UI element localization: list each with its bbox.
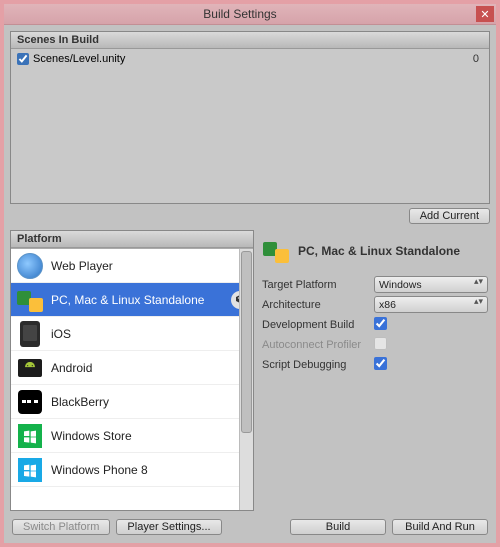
- scenes-buttons-row: Add Current: [10, 208, 490, 226]
- platform-item-android[interactable]: Android: [11, 351, 253, 385]
- content: Scenes In Build Scenes/Level.unity 0 Add…: [4, 25, 496, 543]
- target-platform-value: Windows: [379, 279, 422, 291]
- dropdown-arrows-icon: ▴▾: [474, 299, 483, 304]
- platform-label: Windows Store: [51, 429, 132, 443]
- platform-scrollbar[interactable]: [239, 249, 253, 510]
- platform-label: PC, Mac & Linux Standalone: [51, 293, 204, 307]
- development-build-label: Development Build: [262, 319, 374, 331]
- platform-label: Android: [51, 361, 92, 375]
- platform-item-blackberry[interactable]: BlackBerry: [11, 385, 253, 419]
- android-icon: [17, 355, 43, 381]
- dropdown-arrows-icon: ▴▾: [474, 279, 483, 284]
- build-button[interactable]: Build: [290, 519, 386, 535]
- windows-store-icon: [17, 423, 43, 449]
- scene-row[interactable]: Scenes/Level.unity 0: [17, 51, 483, 67]
- target-platform-dropdown[interactable]: Windows ▴▾: [374, 276, 488, 293]
- platform-item-windows-store[interactable]: Windows Store: [11, 419, 253, 453]
- window-title: Build Settings: [4, 7, 476, 21]
- add-current-button[interactable]: Add Current: [409, 208, 490, 224]
- scene-index: 0: [473, 53, 483, 65]
- script-debugging-label: Script Debugging: [262, 359, 374, 371]
- architecture-value: x86: [379, 299, 396, 311]
- player-settings-button[interactable]: Player Settings...: [116, 519, 221, 535]
- switch-platform-button[interactable]: Switch Platform: [12, 519, 110, 535]
- autoconnect-profiler-checkbox: [374, 337, 387, 350]
- platform-label: Web Player: [51, 259, 113, 273]
- platform-list: Web Player PC, Mac & Linux Standalone iO…: [11, 248, 253, 510]
- platform-item-pc-mac-linux[interactable]: PC, Mac & Linux Standalone: [11, 283, 253, 317]
- platform-item-web-player[interactable]: Web Player: [11, 249, 253, 283]
- build-and-run-button[interactable]: Build And Run: [392, 519, 488, 535]
- scrollbar-thumb[interactable]: [241, 251, 252, 433]
- blackberry-icon: [17, 389, 43, 415]
- platform-item-ios[interactable]: iOS: [11, 317, 253, 351]
- windows-phone-icon: [17, 457, 43, 483]
- lower-area: Platform Web Player PC, Mac & Linux Stan…: [10, 230, 490, 511]
- platform-label: iOS: [51, 327, 71, 341]
- scenes-in-build-header: Scenes In Build: [11, 32, 489, 49]
- platform-label: Windows Phone 8: [51, 463, 148, 477]
- platform-settings-header: PC, Mac & Linux Standalone: [262, 234, 488, 268]
- web-player-icon: [17, 253, 43, 279]
- platform-item-windows-phone[interactable]: Windows Phone 8: [11, 453, 253, 487]
- target-platform-row: Target Platform Windows ▴▾: [262, 276, 488, 293]
- build-settings-window: Build Settings ✕ Scenes In Build Scenes/…: [0, 0, 500, 547]
- architecture-row: Architecture x86 ▴▾: [262, 296, 488, 313]
- platform-label: BlackBerry: [51, 395, 109, 409]
- development-build-checkbox[interactable]: [374, 317, 387, 330]
- titlebar: Build Settings ✕: [4, 4, 496, 25]
- architecture-label: Architecture: [262, 299, 374, 311]
- ios-icon: [17, 321, 43, 347]
- footer: Switch Platform Player Settings... Build…: [10, 515, 490, 537]
- settings-rows: Target Platform Windows ▴▾ Architecture: [262, 276, 488, 373]
- platform-header: Platform: [11, 231, 253, 248]
- autoconnect-profiler-label: Autoconnect Profiler: [262, 339, 374, 351]
- platform-settings-pane: PC, Mac & Linux Standalone Target Platfo…: [260, 230, 490, 511]
- platform-group: Platform Web Player PC, Mac & Linux Stan…: [10, 230, 254, 511]
- script-debugging-row: Script Debugging: [262, 356, 488, 373]
- platform-settings-title: PC, Mac & Linux Standalone: [298, 244, 460, 258]
- script-debugging-checkbox[interactable]: [374, 357, 387, 370]
- scenes-list[interactable]: Scenes/Level.unity 0: [11, 49, 489, 203]
- footer-spacer: [228, 519, 284, 535]
- pc-mac-linux-icon: [17, 287, 43, 313]
- scenes-in-build-group: Scenes In Build Scenes/Level.unity 0: [10, 31, 490, 204]
- architecture-dropdown[interactable]: x86 ▴▾: [374, 296, 488, 313]
- scene-checkbox[interactable]: [17, 53, 29, 65]
- close-button[interactable]: ✕: [476, 6, 494, 22]
- pc-mac-linux-icon: [262, 237, 290, 265]
- autoconnect-profiler-row: Autoconnect Profiler: [262, 336, 488, 353]
- close-icon: ✕: [480, 8, 489, 21]
- development-build-row: Development Build: [262, 316, 488, 333]
- target-platform-label: Target Platform: [262, 279, 374, 291]
- scene-path: Scenes/Level.unity: [33, 53, 125, 65]
